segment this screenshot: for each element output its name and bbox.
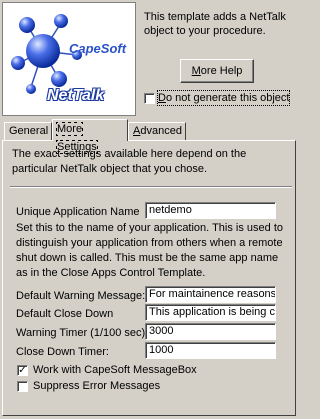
do-not-generate-checkbox[interactable] (144, 93, 155, 104)
suppress-errors-label[interactable]: Suppress Error Messages (33, 379, 160, 393)
logo-product-text: NetTalk (47, 87, 105, 104)
tab-more-settings-label: More Settings (56, 122, 98, 154)
unique-app-name-label: Unique Application Name (16, 206, 140, 218)
warning-timer-label: Warning Timer (1/100 sec): (16, 327, 149, 339)
messagebox-label[interactable]: Work with CapeSoft MessageBox (33, 363, 197, 377)
more-help-button[interactable]: More Help (180, 59, 254, 83)
tab-general[interactable]: General (4, 122, 52, 140)
default-warning-input[interactable]: For maintainence reasons (145, 286, 276, 303)
logo-brand-text: CapeSoft (69, 41, 127, 56)
close-timer-label: Close Down Timer: (16, 346, 109, 358)
separator-line (10, 186, 292, 188)
unique-app-name-input[interactable]: netdemo (145, 202, 276, 219)
messagebox-checkbox[interactable]: ✓ (17, 365, 28, 376)
panel-intro-text: The exact settings available here depend… (12, 148, 247, 175)
unique-app-help-text: Set this to the name of your application… (16, 222, 284, 279)
tab-advanced[interactable]: Advanced (128, 122, 186, 140)
tab-more-settings[interactable]: More Settings (52, 119, 128, 154)
template-description: This template adds a NetTalk object to y… (144, 11, 286, 37)
more-help-label: More Help (191, 65, 243, 77)
do-not-generate-label[interactable]: Do not generate this object (156, 90, 291, 106)
tab-advanced-label: Advanced (133, 125, 182, 137)
capesoft-nettalk-logo: CapeSoft NetTalk (2, 2, 136, 116)
close-timer-input[interactable]: 1000 (145, 342, 276, 359)
default-close-label: Default Close Down (16, 308, 114, 320)
warning-timer-input[interactable]: 3000 (145, 323, 276, 340)
default-warning-label: Default Warning Message: (16, 290, 146, 302)
default-close-input[interactable]: This application is being cl (145, 304, 276, 321)
suppress-errors-checkbox[interactable] (17, 381, 28, 392)
tab-general-label: General (9, 125, 49, 137)
